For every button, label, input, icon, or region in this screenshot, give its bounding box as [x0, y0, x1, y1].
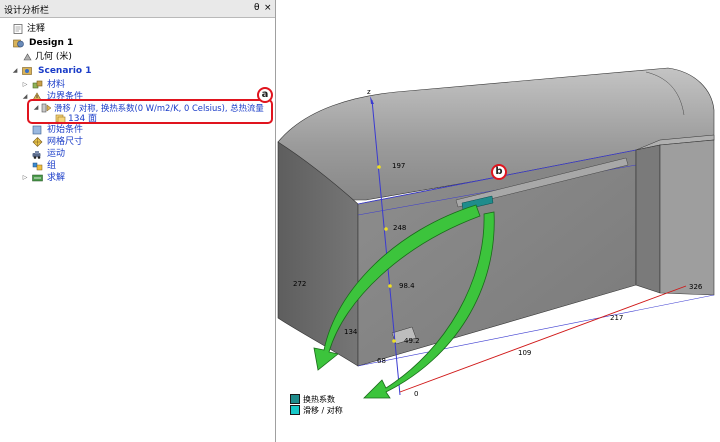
expand-icon[interactable]: ▷ [21, 172, 29, 184]
tree-item-materials[interactable]: ▷ 材料 [0, 79, 270, 91]
dim-248: 248 [393, 224, 407, 232]
tree-label-design: Design 1 [29, 38, 74, 48]
dim-272: 272 [293, 280, 307, 288]
notes-icon [13, 24, 23, 34]
scenario-icon [22, 67, 32, 75]
callout-a: a [257, 87, 273, 103]
dim-109: 109 [518, 349, 532, 357]
collapse-icon[interactable]: ◢ [11, 65, 19, 77]
tree-label-materials: 材料 [47, 80, 66, 90]
tree-item-geometry[interactable]: 几何 (米) [0, 51, 270, 63]
boundary-highlight-box [27, 99, 273, 124]
dim-217: 217 [610, 314, 624, 322]
dim-0: 0 [414, 390, 419, 398]
model-viewport[interactable]: z 197 248 272 98.4 134 68 49.2 0 109 217… [276, 0, 720, 442]
model-canvas [277, 67, 715, 399]
dim-68: 68 [377, 357, 386, 365]
tree-item-initial[interactable]: 初始条件 [0, 124, 270, 136]
tree-item-group[interactable]: 组 [0, 160, 270, 172]
panel-header: 设计分析栏 θ × [0, 0, 275, 18]
dim-49: 49.2 [404, 337, 420, 345]
tree-item-solve[interactable]: ▷ 求解 [0, 172, 270, 184]
materials-icon [32, 80, 43, 89]
callout-b: b [491, 164, 507, 180]
legend-label: 换热系数 [303, 395, 335, 404]
tree-label-notes: 注释 [27, 24, 46, 34]
legend-label: 滑移 / 对称 [303, 406, 343, 415]
motion-icon [32, 151, 41, 159]
right-box-front [635, 144, 661, 294]
tree-item-mesh[interactable]: 网格尺寸 [0, 136, 270, 148]
geometry-icon [23, 53, 32, 61]
tree-item-design[interactable]: Design 1 [0, 37, 270, 49]
close-button[interactable]: × [264, 3, 272, 13]
dim-98: 98.4 [399, 282, 415, 290]
design-analysis-panel: 设计分析栏 θ × 注释 Design 1 几何 (米) ◢ Scenario … [0, 0, 276, 442]
dim-197: 197 [392, 162, 406, 170]
right-box-side [659, 139, 715, 296]
axis-z-label: z [367, 88, 371, 96]
legend-swatch [290, 394, 300, 404]
legend-swatch [290, 405, 300, 415]
mesh-icon [32, 137, 43, 147]
tree-item-motion[interactable]: 运动 [0, 148, 270, 160]
tree-label-mesh: 网格尺寸 [47, 137, 84, 147]
tree-label-scenario: Scenario 1 [38, 66, 92, 76]
tree-label-group: 组 [47, 161, 57, 171]
tree-label-motion: 运动 [47, 149, 66, 159]
tree-item-scenario[interactable]: ◢ Scenario 1 [0, 65, 270, 77]
group-icon [32, 162, 43, 171]
solve-icon [32, 174, 43, 182]
dim-134: 134 [344, 328, 358, 336]
dim-326: 326 [689, 283, 703, 291]
design-icon [13, 39, 24, 48]
tree-item-notes[interactable]: 注释 [0, 23, 270, 35]
initial-conditions-icon [32, 125, 42, 135]
expand-icon[interactable]: ▷ [21, 79, 29, 91]
pin-button[interactable]: θ [254, 3, 260, 13]
tree-label-geometry: 几何 (米) [35, 52, 72, 62]
tree-label-initial: 初始条件 [47, 125, 84, 135]
tree-label-solve: 求解 [47, 173, 66, 183]
panel-title: 设计分析栏 [4, 6, 50, 16]
